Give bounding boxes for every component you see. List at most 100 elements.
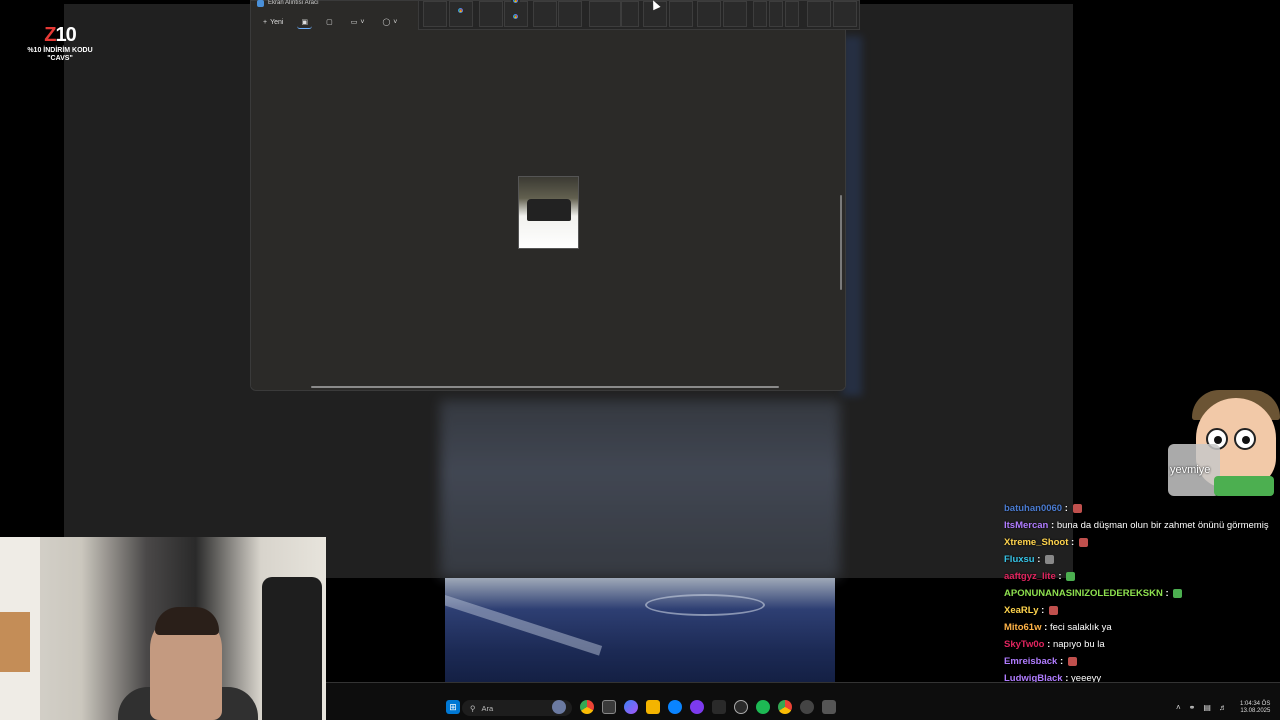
- webcam-hair: [155, 607, 219, 635]
- webcam-feed: [0, 537, 326, 720]
- window-tile[interactable]: [533, 1, 557, 27]
- logo-discount-text: %10 İNDİRİM KODU: [27, 47, 93, 54]
- chevron-up-icon[interactable]: ˄: [1176, 703, 1181, 712]
- microphone-icon[interactable]: ⚭: [1189, 703, 1196, 712]
- logo-mark: Z10: [44, 24, 76, 46]
- chat-separator: :: [1041, 622, 1050, 633]
- chat-text: napıyo bu la: [1052, 639, 1105, 650]
- chat-separator: :: [1044, 639, 1053, 650]
- chat-username[interactable]: APONUNANASINIZOLEDEREKSKN: [1004, 588, 1163, 599]
- chat-text: feci salaklık ya: [1049, 622, 1112, 633]
- snipping-tool-taskbar-icon[interactable]: [602, 700, 616, 714]
- chat-emote-icon: [1045, 554, 1055, 564]
- chrome-icon: [456, 6, 465, 15]
- steam-icon[interactable]: [712, 700, 726, 714]
- chat-username[interactable]: Mito61w: [1004, 622, 1041, 633]
- chat-username[interactable]: Emreisback: [1004, 656, 1057, 667]
- app-icon[interactable]: [734, 700, 748, 714]
- game-light-reflection: [445, 590, 603, 656]
- app-icon[interactable]: [822, 700, 836, 714]
- taskbar-clock[interactable]: 1:04:34 ÖS 13.08.2025: [1240, 701, 1270, 715]
- thumbnail-car-window: [527, 199, 571, 221]
- chat-message: XeaRLy :: [1004, 602, 1280, 619]
- clock-date: 13.08.2025: [1240, 708, 1271, 714]
- window-tile[interactable]: [723, 1, 747, 27]
- window-tile[interactable]: [423, 1, 447, 27]
- new-snip-label: Yeni: [270, 18, 284, 26]
- window-tile[interactable]: [558, 1, 582, 27]
- window-tile[interactable]: [785, 1, 799, 27]
- snip-shape-dropdown[interactable]: ▭ ˅: [347, 16, 369, 28]
- search-icon: ⚲: [470, 703, 476, 713]
- chat-separator: :: [1057, 656, 1066, 667]
- window-tile[interactable]: [833, 1, 857, 27]
- widgets-icon[interactable]: [552, 700, 566, 714]
- chat-separator: :: [1162, 588, 1172, 599]
- snipping-tool-icon: [257, 0, 264, 7]
- window-tile[interactable]: [504, 0, 528, 27]
- mascot-money: [1214, 476, 1274, 496]
- mascot-right-eye: [1234, 428, 1256, 450]
- webcam-box: [0, 612, 30, 672]
- chat-emote-icon: [1067, 656, 1077, 666]
- edge-icon[interactable]: [668, 700, 682, 714]
- logo-code-text: "CAVS": [47, 55, 73, 62]
- sponsor-logo: Z10 %10 İNDİRİM KODU "CAVS": [24, 24, 96, 63]
- chat-emote-icon: [1173, 588, 1183, 598]
- mascot-label: yevmiye: [1170, 464, 1211, 476]
- chat-emote-icon: [1048, 605, 1058, 615]
- obs-icon[interactable]: [800, 700, 814, 714]
- window-tile[interactable]: [753, 1, 767, 27]
- chat-text: buna da düşman olun bir zahmet önünü gör…: [1056, 520, 1269, 531]
- system-tray: ˄ ⚭ ▤ ♬: [1176, 700, 1227, 714]
- window-tile[interactable]: [621, 1, 639, 27]
- start-windows-icon[interactable]: ⊞: [446, 700, 460, 714]
- chat-username[interactable]: aaftgyz_lite: [1004, 571, 1056, 582]
- chat-username[interactable]: XeaRLy: [1004, 605, 1039, 616]
- window-tile[interactable]: [807, 1, 831, 27]
- chat-username[interactable]: ItsMercan: [1004, 520, 1048, 531]
- new-snip-button[interactable]: + Yeni: [259, 17, 287, 28]
- chrome-icon[interactable]: [778, 700, 792, 714]
- snip-title-text: Ekran Alıntısı Aracı: [268, 0, 319, 6]
- chat-message: ItsMercan : buna da düşman olun bir zahm…: [1004, 517, 1280, 534]
- spotify-icon[interactable]: [756, 700, 770, 714]
- chrome-icon: [511, 0, 520, 5]
- chat-message: SkyTw0o : napıyo bu la: [1004, 636, 1280, 653]
- chat-username[interactable]: Xtreme_Shoot: [1004, 537, 1068, 548]
- chat-username[interactable]: Fluxsu: [1004, 554, 1035, 565]
- window-tile[interactable]: [697, 1, 721, 27]
- window-tile[interactable]: [669, 1, 693, 27]
- screenshot-mode-button[interactable]: ▣: [297, 16, 313, 29]
- blurred-window: [440, 400, 840, 578]
- clock-time: 1:04:34 ÖS: [1240, 701, 1271, 707]
- file-explorer-icon[interactable]: [646, 700, 660, 714]
- network-icon[interactable]: ▤: [1203, 703, 1211, 712]
- chat-username[interactable]: SkyTw0o: [1004, 639, 1044, 650]
- snip-canvas: [251, 35, 845, 387]
- chat-separator: :: [1048, 520, 1057, 531]
- vertical-scrollbar[interactable]: [840, 195, 842, 290]
- snip-thumbnail[interactable]: [518, 176, 579, 249]
- chat-username[interactable]: batuhan0060: [1004, 503, 1062, 514]
- window-tile[interactable]: [589, 1, 621, 27]
- chat-separator: :: [1055, 571, 1065, 582]
- search-placeholder: Ara: [481, 703, 494, 713]
- webcam-chair: [262, 577, 322, 720]
- horizontal-scrollbar[interactable]: [311, 386, 779, 388]
- volume-icon[interactable]: ♬: [1219, 703, 1227, 712]
- delay-dropdown[interactable]: ◯ ˅: [378, 16, 401, 28]
- chat-emote-icon: [1078, 537, 1088, 547]
- record-mode-button[interactable]: ▢: [322, 16, 337, 28]
- chat-separator: :: [1062, 503, 1071, 514]
- discord-icon[interactable]: [690, 700, 704, 714]
- chat-separator: :: [1034, 554, 1044, 565]
- chrome-icon[interactable]: [580, 700, 594, 714]
- rectangle-icon: ▭: [350, 19, 358, 26]
- window-tile[interactable]: [479, 1, 503, 27]
- timer-off-icon: ◯: [382, 19, 391, 26]
- chat-message: aaftgyz_lite :: [1004, 568, 1280, 585]
- window-tile[interactable]: [769, 1, 783, 27]
- window-tile[interactable]: [449, 1, 473, 27]
- copilot-icon[interactable]: [624, 700, 638, 714]
